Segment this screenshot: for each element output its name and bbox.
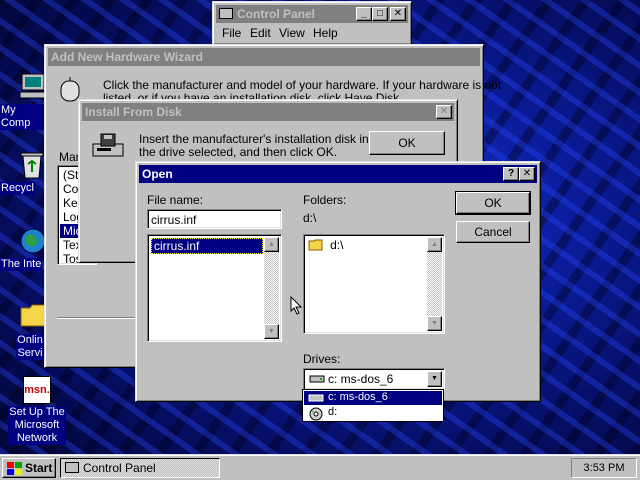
desktop-icon-label: Set Up The Microsoft Network bbox=[8, 406, 66, 445]
file-list-item-selected[interactable]: cirrus.inf bbox=[151, 238, 263, 254]
file-name-label: File name: bbox=[147, 193, 204, 207]
folders-label: Folders: bbox=[303, 193, 347, 207]
scroll-down-button[interactable]: ▼ bbox=[427, 316, 442, 331]
cancel-button[interactable]: Cancel bbox=[456, 221, 530, 243]
maximize-button[interactable]: □ bbox=[372, 7, 388, 21]
close-button[interactable]: ✕ bbox=[390, 7, 406, 21]
ok-button[interactable]: OK bbox=[455, 191, 531, 215]
folder-list-item[interactable]: d:\ bbox=[308, 238, 343, 252]
windows-logo-icon bbox=[7, 462, 22, 480]
minimize-button[interactable]: _ bbox=[356, 7, 372, 21]
close-button[interactable]: ✕ bbox=[436, 105, 452, 119]
folder-list[interactable]: d:\ ▲ ▼ bbox=[303, 234, 445, 334]
system-tray-clock: 3:53 PM bbox=[571, 458, 637, 478]
scroll-up-button[interactable]: ▲ bbox=[427, 237, 442, 252]
window-title: Install From Disk bbox=[85, 105, 182, 119]
menu-edit[interactable]: Edit bbox=[250, 26, 271, 40]
taskbar-item-control-panel[interactable]: Control Panel bbox=[60, 458, 220, 478]
control-panel-icon bbox=[65, 462, 79, 473]
close-button[interactable]: ✕ bbox=[519, 167, 535, 181]
folder-list-scrollbar[interactable]: ▲ ▼ bbox=[427, 237, 442, 331]
cd-drive-icon bbox=[309, 407, 323, 424]
control-panel-titlebar[interactable]: Control Panel _ □ ✕ bbox=[216, 5, 408, 23]
start-label: Start bbox=[25, 461, 53, 475]
drives-dropdown-button[interactable]: ▼ bbox=[427, 371, 442, 387]
file-list[interactable]: cirrus.inf ▲ ▼ bbox=[147, 234, 282, 342]
open-folder-icon bbox=[308, 239, 324, 254]
window-title: Add New Hardware Wizard bbox=[51, 50, 203, 64]
floppy-drive-icon bbox=[91, 132, 125, 163]
mouse-cursor bbox=[290, 295, 303, 318]
open-dialog-titlebar[interactable]: Open ? ✕ bbox=[139, 165, 537, 183]
drives-select[interactable]: c: ms-dos_6 ▼ bbox=[303, 368, 445, 390]
start-button[interactable]: Start bbox=[2, 458, 56, 478]
folder-name: d:\ bbox=[330, 238, 344, 252]
drive-option-label: d: bbox=[328, 406, 338, 418]
wizard-instructions-line1: Click the manufacturer and model of your… bbox=[103, 78, 502, 92]
open-dialog-window[interactable]: Open ? ✕ File name: cirrus.inf cirrus.in… bbox=[135, 161, 541, 402]
drives-label: Drives: bbox=[303, 352, 341, 366]
current-path: d:\ bbox=[303, 211, 317, 225]
desktop-icon-label: Onlin Servi bbox=[16, 334, 44, 360]
menu-view[interactable]: View bbox=[279, 26, 305, 40]
control-panel-window[interactable]: Control Panel _ □ ✕ File Edit View Help bbox=[212, 1, 412, 45]
install-message-line1: Insert the manufacturer's installation d… bbox=[139, 132, 379, 146]
desktop-icon-recycle-bin[interactable]: Recycl bbox=[0, 150, 46, 195]
taskbar-item-label: Control Panel bbox=[83, 461, 156, 475]
scroll-up-button[interactable]: ▲ bbox=[264, 237, 279, 252]
window-title: Open bbox=[142, 167, 173, 181]
hard-drive-icon bbox=[308, 393, 324, 406]
scroll-down-button[interactable]: ▼ bbox=[264, 324, 279, 339]
drive-option-label: c: ms-dos_6 bbox=[328, 391, 388, 403]
desktop-icon-msn[interactable]: msn. Set Up The Microsoft Network bbox=[4, 376, 70, 445]
drive-selected-value: c: ms-dos_6 bbox=[328, 372, 394, 386]
menu-file[interactable]: File bbox=[222, 26, 241, 40]
desktop-icon-internet[interactable]: The Inte bbox=[0, 226, 46, 271]
desktop-icon-my-computer[interactable]: My Comp bbox=[0, 72, 47, 130]
install-disk-titlebar[interactable]: Install From Disk ✕ bbox=[82, 103, 454, 121]
drive-option-d[interactable]: d: bbox=[304, 406, 442, 421]
drives-dropdown-list[interactable]: c: ms-dos_6 d: bbox=[302, 389, 444, 422]
install-message-line2: the drive selected, and then click OK. bbox=[139, 145, 338, 159]
desktop-icon-label: The Inte bbox=[0, 258, 43, 271]
help-button[interactable]: ? bbox=[503, 167, 519, 181]
hard-drive-icon bbox=[309, 374, 325, 387]
file-list-scrollbar[interactable]: ▲ ▼ bbox=[264, 237, 279, 339]
install-ok-button[interactable]: OK bbox=[369, 131, 445, 155]
taskbar: Start Control Panel 3:53 PM bbox=[0, 454, 640, 480]
file-name-value: cirrus.inf bbox=[151, 213, 197, 227]
menu-help[interactable]: Help bbox=[313, 26, 338, 40]
control-panel-icon bbox=[219, 8, 233, 19]
drive-option-c[interactable]: c: ms-dos_6 bbox=[304, 391, 442, 405]
desktop-icon-label: My Comp bbox=[0, 104, 46, 130]
msn-logo: msn. bbox=[23, 376, 51, 404]
wizard-titlebar[interactable]: Add New Hardware Wizard bbox=[48, 48, 480, 66]
file-name-input[interactable]: cirrus.inf bbox=[147, 209, 282, 229]
desktop-icon-label: Recycl bbox=[0, 182, 36, 195]
window-title: Control Panel bbox=[237, 7, 316, 21]
